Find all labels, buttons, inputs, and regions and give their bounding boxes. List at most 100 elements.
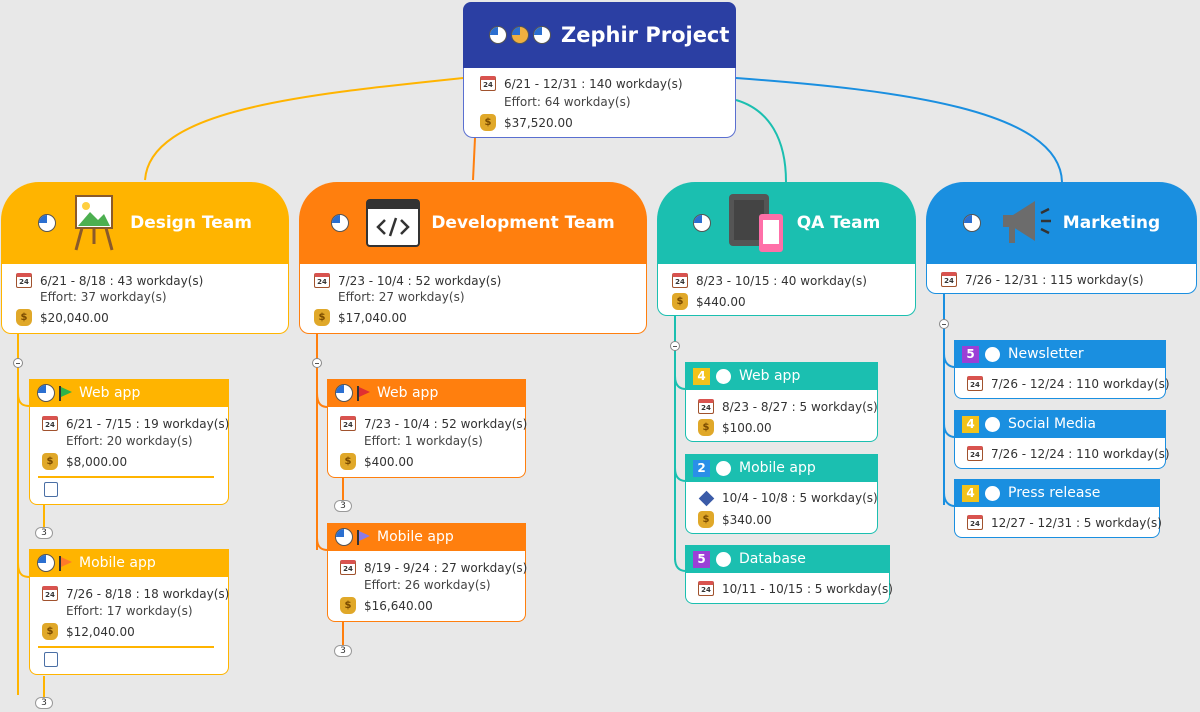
team-title: QA Team: [796, 213, 881, 233]
qa-team-details: 24 8/23 - 10/15 : 40 workday(s) $ $440.00: [657, 264, 916, 316]
calendar-icon: 24: [16, 273, 32, 288]
task-dates: 7/26 - 8/18 : 18 workday(s): [66, 586, 230, 601]
progress-pie-icon: [962, 214, 981, 232]
qa-task-database-details: 24 10/11 - 10/15 : 5 workday(s): [685, 573, 893, 604]
dev-task-mobile-app[interactable]: Mobile app: [327, 523, 526, 551]
collapse-toggle[interactable]: [939, 319, 949, 329]
flag-icon: [59, 556, 73, 571]
task-cost: $340.00: [722, 512, 772, 527]
megaphone-icon: [1002, 201, 1051, 243]
child-count-badge[interactable]: 3: [334, 500, 352, 512]
note-icon[interactable]: [44, 652, 58, 667]
calendar-icon: 24: [967, 376, 983, 391]
calendar-icon: 24: [967, 446, 983, 461]
marketing-details: 24 7/26 - 12/31 : 115 workday(s): [926, 264, 1197, 294]
task-status-icon: [985, 416, 1000, 432]
team-dates: 6/21 - 8/18 : 43 workday(s): [40, 273, 204, 288]
dev-task-mobile-app-details: 24 8/19 - 9/24 : 27 workday(s) Effort: 26…: [327, 551, 528, 622]
qa-task-web-app[interactable]: 4 Web app: [685, 362, 878, 390]
task-status-icon: [985, 346, 1000, 362]
child-count-badge[interactable]: 3: [35, 697, 53, 709]
priority-badge: 4: [962, 484, 979, 502]
dev-task-web-app-details: 24 7/23 - 10/4 : 52 workday(s) Effort: 1 …: [327, 407, 527, 478]
money-bag-icon: $: [672, 293, 688, 310]
team-effort: Effort: 37 workday(s): [40, 290, 167, 304]
progress-pie-icon: [511, 26, 529, 44]
marketing-topic[interactable]: Marketing: [926, 182, 1197, 264]
team-title: Design Team: [130, 213, 252, 233]
progress-pie-icon: [335, 384, 353, 402]
progress-pie-icon: [692, 214, 711, 232]
design-task-web-app-details: 24 6/21 - 7/15 : 19 workday(s) Effort: 20…: [29, 407, 229, 505]
root-topic[interactable]: Zephir Project: [463, 2, 736, 68]
design-task-mobile-app-details: 24 7/26 - 8/18 : 18 workday(s) Effort: 17…: [29, 577, 229, 675]
money-bag-icon: $: [314, 309, 330, 326]
design-team-topic[interactable]: Design Team: [1, 182, 289, 264]
task-dates: 6/21 - 7/15 : 19 workday(s): [66, 416, 230, 431]
progress-pie-icon: [37, 554, 55, 572]
task-title: Social Media: [1008, 416, 1097, 432]
flag-icon: [59, 386, 73, 401]
progress-pie-icon: [37, 384, 55, 402]
child-count-badge[interactable]: 3: [35, 527, 53, 539]
task-cost: $16,640.00: [364, 598, 433, 613]
money-bag-icon: $: [42, 623, 58, 640]
priority-badge: 5: [962, 345, 979, 363]
team-cost: $20,040.00: [40, 310, 109, 325]
task-dates: 8/19 - 9/24 : 27 workday(s): [364, 560, 528, 575]
task-cost: $400.00: [364, 454, 414, 469]
dev-task-web-app[interactable]: Web app: [327, 379, 526, 407]
marketing-task-social-media[interactable]: 4 Social Media: [954, 410, 1166, 438]
task-title: Web app: [79, 385, 141, 401]
calendar-icon: 24: [480, 76, 496, 91]
calendar-icon: 24: [42, 416, 58, 431]
task-dates: 12/27 - 12/31 : 5 workday(s): [991, 515, 1162, 530]
root-details: 24 6/21 - 12/31 : 140 workday(s) Effort: …: [463, 68, 736, 138]
task-effort: Effort: 1 workday(s): [364, 434, 483, 448]
money-bag-icon: $: [698, 419, 714, 436]
priority-badge: 4: [962, 415, 979, 433]
easel-picture-icon: [74, 195, 114, 251]
progress-icons: [489, 26, 551, 44]
root-title: Zephir Project: [561, 23, 730, 47]
qa-task-database[interactable]: 5 Database: [685, 545, 890, 573]
calendar-icon: 24: [941, 272, 957, 287]
qa-task-mobile-app[interactable]: 2 Mobile app: [685, 454, 878, 482]
team-title: Development Team: [431, 213, 615, 233]
task-title: Mobile app: [377, 529, 454, 545]
task-cost: $8,000.00: [66, 454, 128, 469]
design-task-mobile-app[interactable]: Mobile app: [29, 549, 229, 577]
flag-icon: [357, 386, 371, 401]
task-dates: 7/26 - 12/24 : 110 workday(s): [991, 376, 1170, 391]
task-title: Web app: [377, 385, 439, 401]
note-icon[interactable]: [44, 482, 58, 497]
task-title: Database: [739, 551, 806, 567]
design-team-details: 24 6/21 - 8/18 : 43 workday(s) Effort: 37…: [1, 264, 289, 334]
money-bag-icon: $: [16, 309, 32, 326]
task-status-icon: [716, 368, 731, 384]
task-cost: $100.00: [722, 420, 772, 435]
progress-pie-icon: [331, 214, 350, 232]
team-dates: 7/23 - 10/4 : 52 workday(s): [338, 273, 502, 288]
marketing-task-press-release[interactable]: 4 Press release: [954, 479, 1160, 507]
qa-task-mobile-app-details: 10/4 - 10/8 : 5 workday(s) $ $340.00: [685, 482, 878, 534]
qa-team-topic[interactable]: QA Team: [657, 182, 916, 264]
root-cost: $37,520.00: [504, 115, 573, 130]
calendar-icon: 24: [314, 273, 330, 288]
collapse-toggle[interactable]: [312, 358, 322, 368]
flag-icon: [357, 530, 371, 545]
task-effort: Effort: 17 workday(s): [66, 604, 193, 618]
design-task-web-app[interactable]: Web app: [29, 379, 229, 407]
development-team-details: 24 7/23 - 10/4 : 52 workday(s) Effort: 27…: [299, 264, 647, 334]
calendar-icon: 24: [340, 416, 356, 431]
task-status-icon: [716, 551, 731, 567]
team-cost: $17,040.00: [338, 310, 407, 325]
marketing-task-press-release-details: 24 12/27 - 12/31 : 5 workday(s): [954, 507, 1162, 538]
collapse-toggle[interactable]: [670, 341, 680, 351]
money-bag-icon: $: [698, 511, 714, 528]
development-team-topic[interactable]: Development Team: [299, 182, 647, 264]
marketing-task-newsletter[interactable]: 5 Newsletter: [954, 340, 1166, 368]
collapse-toggle[interactable]: [13, 358, 23, 368]
progress-pie-icon: [489, 26, 507, 44]
child-count-badge[interactable]: 3: [334, 645, 352, 657]
